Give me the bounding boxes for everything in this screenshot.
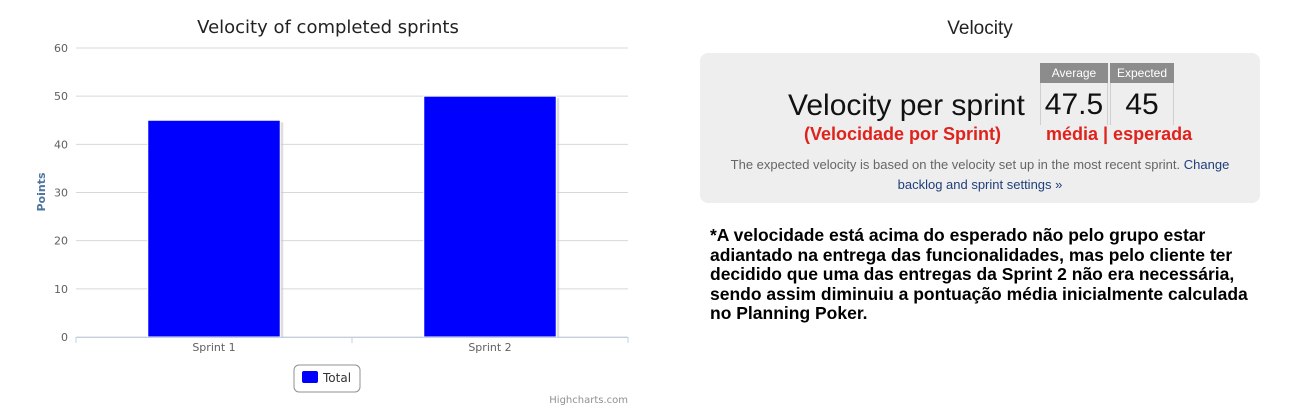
legend-label-total[interactable]: Total: [322, 371, 351, 385]
y-tick-label: 0: [61, 331, 68, 344]
y-tick-label: 20: [54, 235, 68, 248]
y-axis-label: Points: [35, 172, 48, 211]
velocity-chart: Velocity of completed sprints 0 10 20 30 40 5…: [35, 17, 629, 406]
average-value: 47.5: [1040, 83, 1108, 125]
y-tick-label: 50: [54, 90, 68, 103]
bar-sprint-1[interactable]: [147, 119, 281, 338]
annotation-velocity-label: (Velocidade por Sprint): [804, 124, 1002, 144]
velocity-title: Velocity: [947, 18, 1013, 39]
average-header: Average: [1040, 63, 1108, 83]
expected-value: 45: [1110, 83, 1174, 125]
expected-header: Expected: [1110, 63, 1174, 83]
chart-title: Velocity of completed sprints: [197, 17, 459, 38]
y-tick-label: 60: [54, 42, 68, 55]
legend[interactable]: Total: [293, 364, 361, 393]
velocity-explanation: The expected velocity is based on the ve…: [715, 155, 1245, 195]
y-tick-label: 40: [54, 138, 68, 151]
y-tick-label: 30: [54, 187, 68, 200]
credits-link[interactable]: Highcharts.com: [549, 395, 628, 406]
bar-sprint-2[interactable]: [423, 95, 557, 338]
velocity-per-sprint-label: Velocity per sprint: [788, 89, 1025, 122]
explanation-text: The expected velocity is based on the ve…: [730, 157, 1181, 172]
y-tick-label: 10: [54, 283, 68, 296]
x-tick-label: Sprint 2: [468, 341, 511, 354]
velocity-note: *A velocidade está acima do esperado não…: [710, 225, 1248, 323]
x-tick-label: Sprint 1: [192, 341, 235, 354]
legend-swatch-total: [302, 371, 318, 383]
annotation-average-expected: média | esperada: [1046, 124, 1193, 144]
